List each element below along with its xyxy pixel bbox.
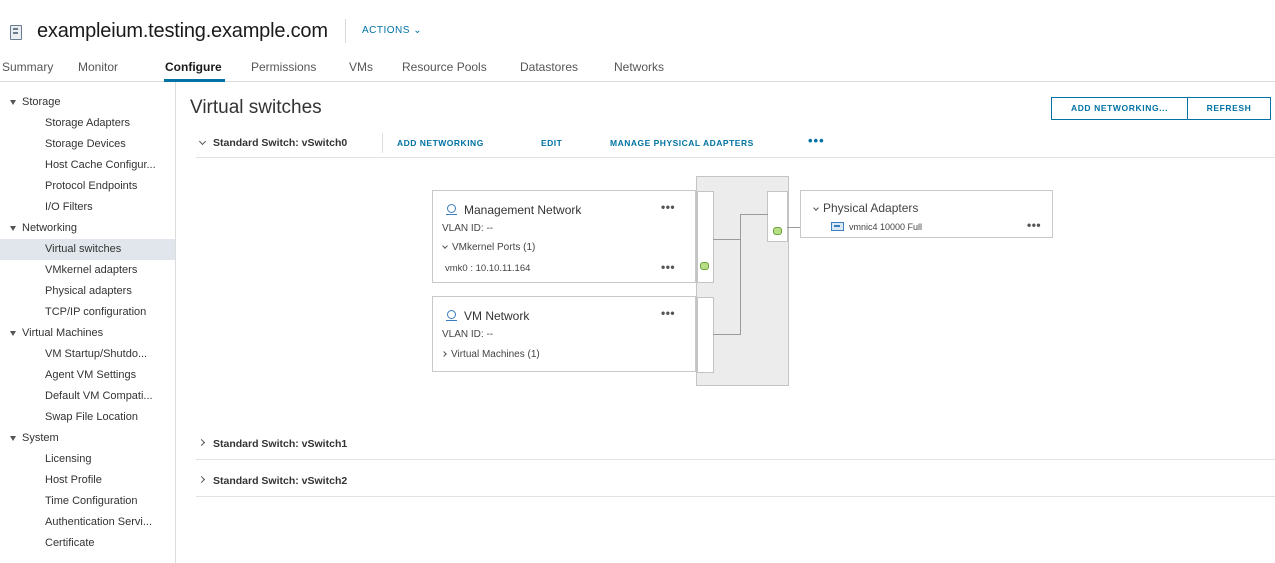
more-actions-icon[interactable]: •••: [661, 260, 675, 274]
tab-summary[interactable]: Summary: [2, 60, 53, 74]
sidebar-item-host-cache[interactable]: Host Cache Configur...: [0, 155, 175, 176]
physical-adapters-toggle[interactable]: Physical Adapters: [813, 201, 918, 215]
object-tabs: Summary Monitor Configure Permissions VM…: [0, 52, 1275, 82]
sidebar-item-default-vm-compat[interactable]: Default VM Compati...: [0, 386, 175, 407]
wire: [740, 214, 741, 335]
switch-label[interactable]: Standard Switch: vSwitch0: [213, 137, 347, 149]
virtual-machines-toggle[interactable]: Virtual Machines (1): [441, 349, 540, 360]
sidebar-item-agent-vm-settings[interactable]: Agent VM Settings: [0, 365, 175, 386]
page-title: Virtual switches: [190, 97, 322, 118]
configure-sidebar: Storage Storage Adapters Storage Devices…: [0, 82, 176, 563]
sidebar-item-protocol-endpoints[interactable]: Protocol Endpoints: [0, 176, 175, 197]
refresh-button[interactable]: REFRESH: [1187, 97, 1271, 120]
switch-label: Standard Switch: vSwitch2: [213, 475, 348, 487]
sidebar-item-io-filters[interactable]: I/O Filters: [0, 197, 175, 218]
switch-edit-link[interactable]: EDIT: [541, 138, 562, 148]
wire: [713, 239, 740, 240]
host-title: exampleium.testing.example.com: [37, 20, 328, 42]
header-divider: [345, 19, 346, 43]
chevron-down-icon: [442, 243, 448, 249]
caret-down-icon: [10, 226, 16, 231]
sidebar-item-vm-startup[interactable]: VM Startup/Shutdo...: [0, 344, 175, 365]
sidebar-group-networking[interactable]: Networking: [0, 218, 175, 239]
chevron-right-icon: [197, 475, 206, 484]
main-panel: Virtual switches ADD NETWORKING... REFRE…: [186, 82, 1275, 563]
vlan-id: VLAN ID: --: [442, 223, 494, 234]
divider: [382, 133, 383, 153]
sidebar-item-vmkernel-adapters[interactable]: VMkernel adapters: [0, 260, 175, 281]
vmkernel-ports-toggle[interactable]: VMkernel Ports (1): [442, 242, 535, 253]
host-icon: [10, 25, 22, 40]
caret-down-icon: [10, 100, 16, 105]
sidebar-group-system[interactable]: System: [0, 428, 175, 449]
more-actions-icon[interactable]: •••: [1027, 218, 1041, 232]
more-actions-icon[interactable]: •••: [661, 306, 675, 320]
actions-menu[interactable]: ACTIONS ⌄: [362, 25, 422, 36]
portgroup-title: VM Network: [464, 309, 530, 323]
tab-permissions[interactable]: Permissions: [251, 60, 316, 74]
vm-network-portgroup[interactable]: VM Network ••• VLAN ID: -- Virtual Machi…: [432, 296, 696, 372]
portgroup-icon: [446, 310, 457, 322]
sidebar-item-virtual-switches[interactable]: Virtual switches: [0, 239, 175, 260]
portgroup-icon: [446, 204, 457, 216]
wire: [713, 334, 740, 335]
sidebar-item-host-profile[interactable]: Host Profile: [0, 470, 175, 491]
tab-datastores[interactable]: Datastores: [520, 60, 578, 74]
add-networking-button[interactable]: ADD NETWORKING...: [1051, 97, 1188, 120]
switch-header-vswitch0: Standard Switch: vSwitch0 ADD NETWORKING…: [196, 128, 1275, 158]
more-actions-icon[interactable]: •••: [808, 133, 825, 148]
tab-resource-pools[interactable]: Resource Pools: [402, 60, 487, 74]
switch-header-vswitch1[interactable]: Standard Switch: vSwitch1: [196, 424, 1275, 460]
sidebar-item-storage-adapters[interactable]: Storage Adapters: [0, 113, 175, 134]
tab-configure[interactable]: Configure: [165, 60, 222, 74]
sidebar-item-swap-file-location[interactable]: Swap File Location: [0, 407, 175, 428]
sidebar-item-certificate[interactable]: Certificate: [0, 533, 175, 554]
sidebar-item-tcpip-configuration[interactable]: TCP/IP configuration: [0, 302, 175, 323]
sidebar-item-time-configuration[interactable]: Time Configuration: [0, 491, 175, 512]
management-network-portgroup[interactable]: Management Network ••• VLAN ID: -- VMker…: [432, 190, 696, 283]
caret-down-icon: [10, 331, 16, 336]
wire: [740, 214, 768, 215]
chevron-right-icon: [197, 438, 206, 447]
caret-down-icon: [10, 436, 16, 441]
chevron-down-icon: [813, 205, 819, 211]
sidebar-item-storage-devices[interactable]: Storage Devices: [0, 134, 175, 155]
switch-header-vswitch2[interactable]: Standard Switch: vSwitch2: [196, 461, 1275, 497]
nic-label[interactable]: vmnic4 10000 Full: [849, 222, 922, 232]
switch-port-slot: [697, 297, 714, 373]
sidebar-group-storage[interactable]: Storage: [0, 92, 175, 113]
manage-physical-adapters-link[interactable]: MANAGE PHYSICAL ADAPTERS: [610, 138, 754, 148]
switch-label: Standard Switch: vSwitch1: [213, 438, 348, 450]
nic-icon: [831, 222, 844, 231]
portgroup-title: Management Network: [464, 203, 582, 217]
tab-networks[interactable]: Networks: [614, 60, 664, 74]
sidebar-item-physical-adapters[interactable]: Physical adapters: [0, 281, 175, 302]
more-actions-icon[interactable]: •••: [661, 200, 675, 214]
physical-adapters-box: Physical Adapters vmnic4 10000 Full •••: [800, 190, 1053, 238]
chevron-right-icon: [441, 351, 447, 357]
tab-monitor[interactable]: Monitor: [78, 60, 118, 74]
switch-diagram-body: [696, 176, 789, 386]
wire: [787, 227, 801, 228]
tab-vms[interactable]: VMs: [349, 60, 373, 74]
sidebar-item-licensing[interactable]: Licensing: [0, 449, 175, 470]
object-header: exampleium.testing.example.com ACTIONS ⌄: [0, 0, 1275, 50]
sidebar-item-authentication-services[interactable]: Authentication Servi...: [0, 512, 175, 533]
switch-add-networking-link[interactable]: ADD NETWORKING: [397, 138, 484, 148]
chevron-down-icon[interactable]: [198, 137, 207, 146]
port-icon: [773, 227, 782, 235]
sidebar-group-virtual-machines[interactable]: Virtual Machines: [0, 323, 175, 344]
vlan-id: VLAN ID: --: [442, 329, 494, 340]
port-icon: [700, 262, 709, 270]
vmk-address: vmk0 : 10.10.11.164: [445, 263, 531, 274]
